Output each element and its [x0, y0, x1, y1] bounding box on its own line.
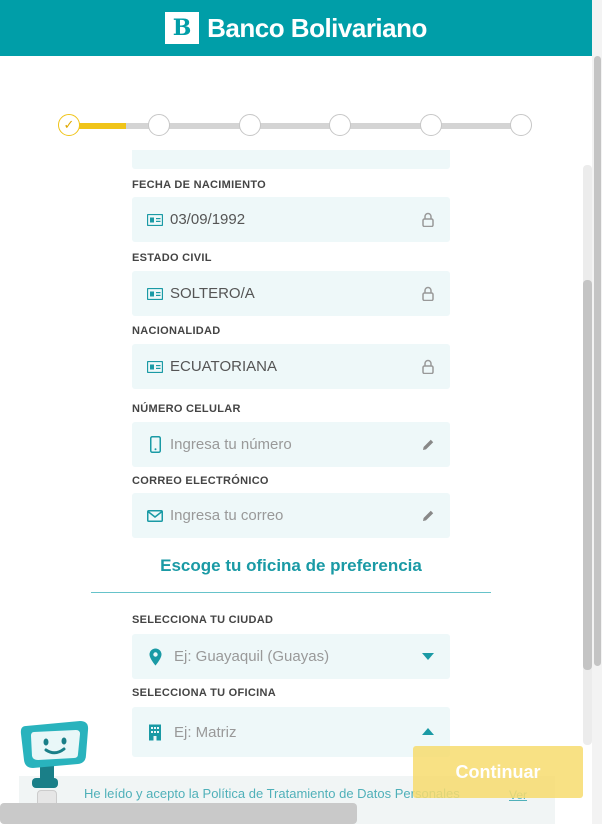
- celular-label: NÚMERO CELULAR: [132, 403, 241, 415]
- id-card-icon: [146, 285, 164, 303]
- correo-field[interactable]: [132, 493, 450, 538]
- office-section-title: Escoge tu oficina de preferencia: [160, 556, 422, 575]
- ciudad-select[interactable]: Ej: Guayaquil (Guayas): [132, 634, 450, 679]
- step-4: [329, 114, 351, 136]
- previous-field-partial: [132, 150, 450, 169]
- caret-down-icon[interactable]: [420, 649, 436, 665]
- lock-icon: [420, 359, 436, 375]
- fecha-value: 03/09/1992: [170, 211, 246, 228]
- check-icon: ✓: [63, 117, 75, 132]
- step-5: [420, 114, 442, 136]
- section-divider: [91, 592, 491, 593]
- caret-up-icon[interactable]: [420, 724, 436, 740]
- form-scrollbar-thumb[interactable]: [583, 280, 592, 670]
- celular-input[interactable]: [170, 436, 420, 453]
- ciudad-label: SELECCIONA TU CIUDAD: [132, 614, 274, 626]
- continue-button[interactable]: Continuar: [413, 746, 583, 798]
- brand-name: Banco Bolivariano: [207, 12, 427, 43]
- step-3: [239, 114, 261, 136]
- id-card-icon: [146, 211, 164, 229]
- horizontal-scrollbar-thumb[interactable]: [0, 803, 357, 824]
- oficina-placeholder: Ej: Matriz: [174, 723, 237, 741]
- step-6: [510, 114, 532, 136]
- nacionalidad-label: NACIONALIDAD: [132, 325, 221, 337]
- page-scrollbar[interactable]: [592, 0, 602, 824]
- celular-field[interactable]: [132, 422, 450, 467]
- estado-field: SOLTERO/A: [132, 271, 450, 316]
- estado-label: ESTADO CIVIL: [132, 252, 212, 264]
- fecha-field: 03/09/1992: [132, 197, 450, 242]
- bank-logo-icon: B: [165, 12, 200, 44]
- lock-icon: [420, 286, 436, 302]
- stepper-track: [70, 123, 526, 129]
- correo-label: CORREO ELECTRÓNICO: [132, 475, 269, 487]
- app-header: B Banco Bolivariano: [0, 0, 592, 56]
- oficina-label: SELECCIONA TU OFICINA: [132, 687, 277, 699]
- nacionalidad-value: ECUATORIANA: [170, 358, 277, 375]
- chatbot-mascot-icon[interactable]: [16, 716, 92, 792]
- correo-input[interactable]: [170, 507, 420, 524]
- fecha-label: FECHA DE NACIMIENTO: [132, 179, 267, 191]
- page-scrollbar-thumb[interactable]: [594, 56, 601, 666]
- estado-value: SOLTERO/A: [170, 285, 255, 302]
- oficina-select[interactable]: Ej: Matriz: [132, 707, 450, 757]
- id-card-icon: [146, 358, 164, 376]
- pencil-icon[interactable]: [420, 437, 436, 453]
- envelope-icon: [146, 507, 164, 525]
- lock-icon: [420, 212, 436, 228]
- step-2: [148, 114, 170, 136]
- building-icon: [146, 723, 164, 741]
- nacionalidad-field: ECUATORIANA: [132, 344, 450, 389]
- step-1-complete: ✓: [58, 114, 80, 136]
- form-scrollbar[interactable]: [583, 165, 592, 745]
- consent-text: He leído y acepto la Política de Tratami…: [84, 786, 460, 801]
- ciudad-placeholder: Ej: Guayaquil (Guayas): [174, 648, 330, 665]
- pencil-icon[interactable]: [420, 508, 436, 524]
- map-pin-icon: [146, 648, 164, 666]
- mobile-phone-icon: [146, 436, 164, 454]
- progress-stepper: ✓: [58, 113, 538, 137]
